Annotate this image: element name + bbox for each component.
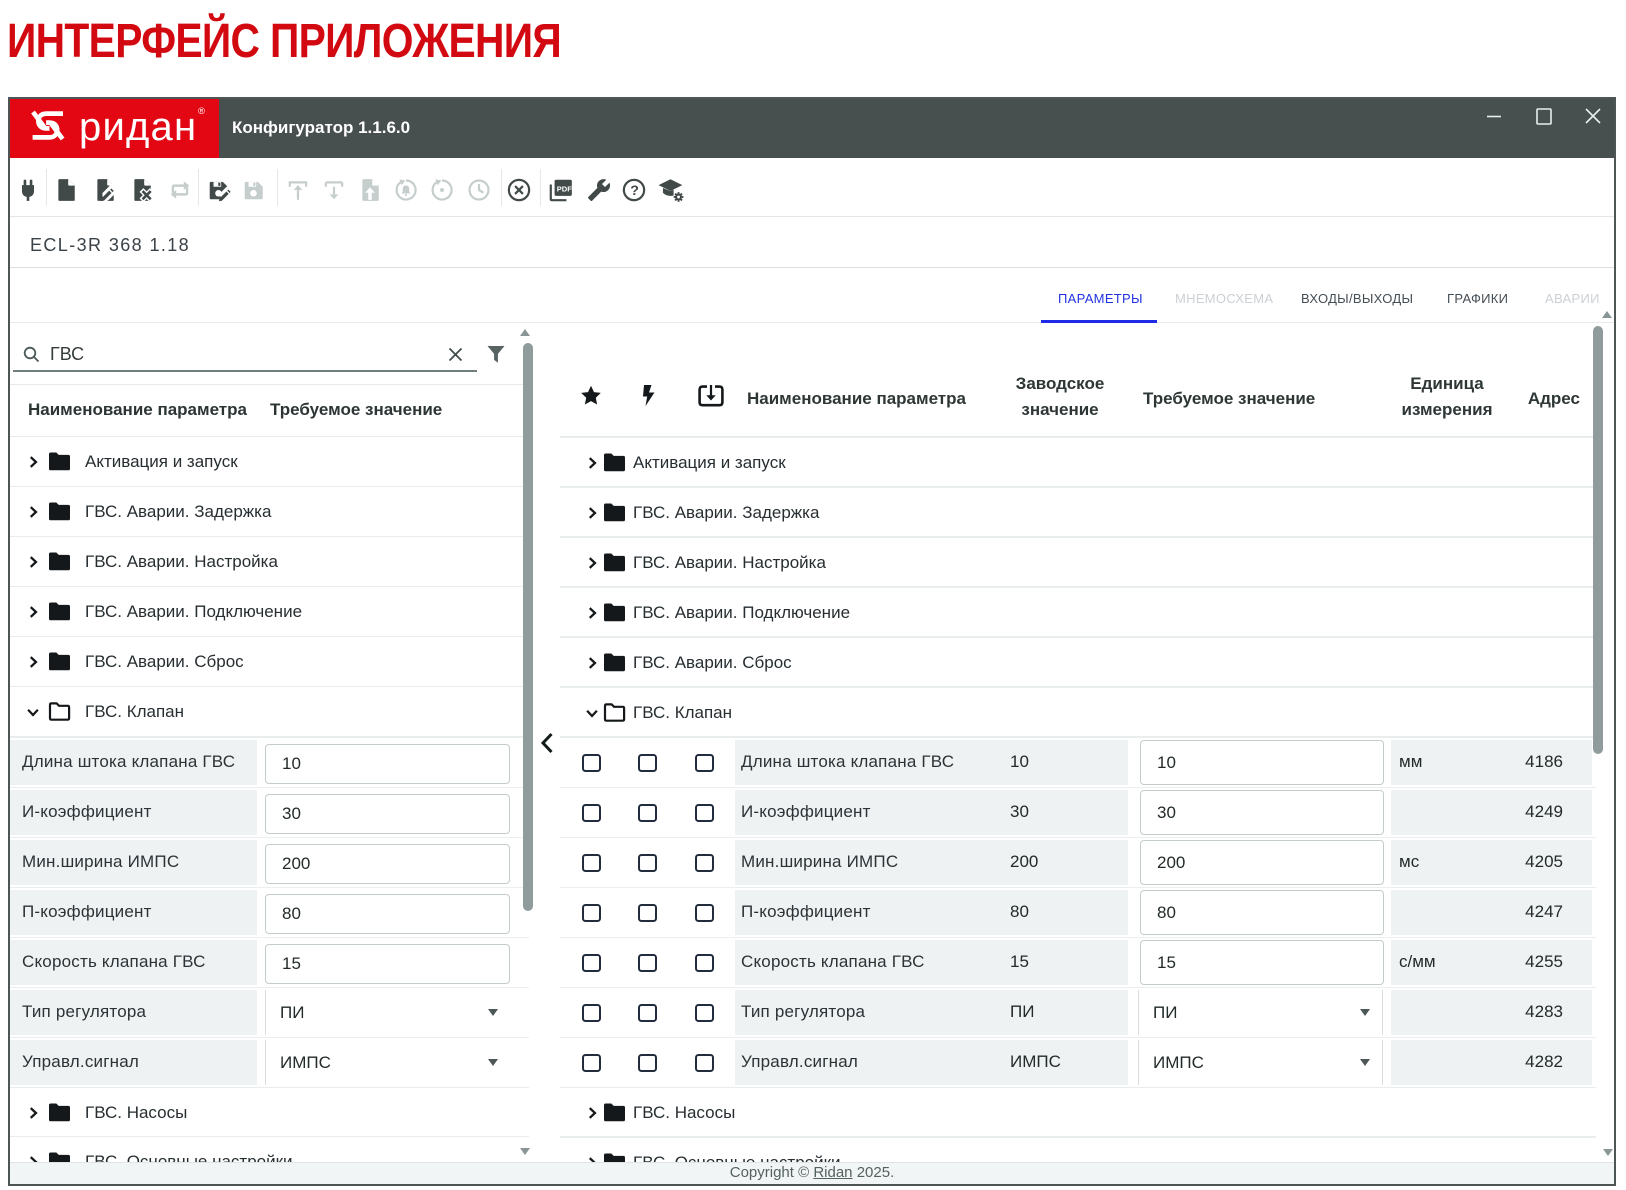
svg-text:®: ® bbox=[198, 106, 205, 117]
svg-text:ридан: ридан bbox=[79, 105, 197, 149]
svg-text:?: ? bbox=[630, 183, 639, 199]
svg-text:PDF: PDF bbox=[557, 184, 572, 193]
